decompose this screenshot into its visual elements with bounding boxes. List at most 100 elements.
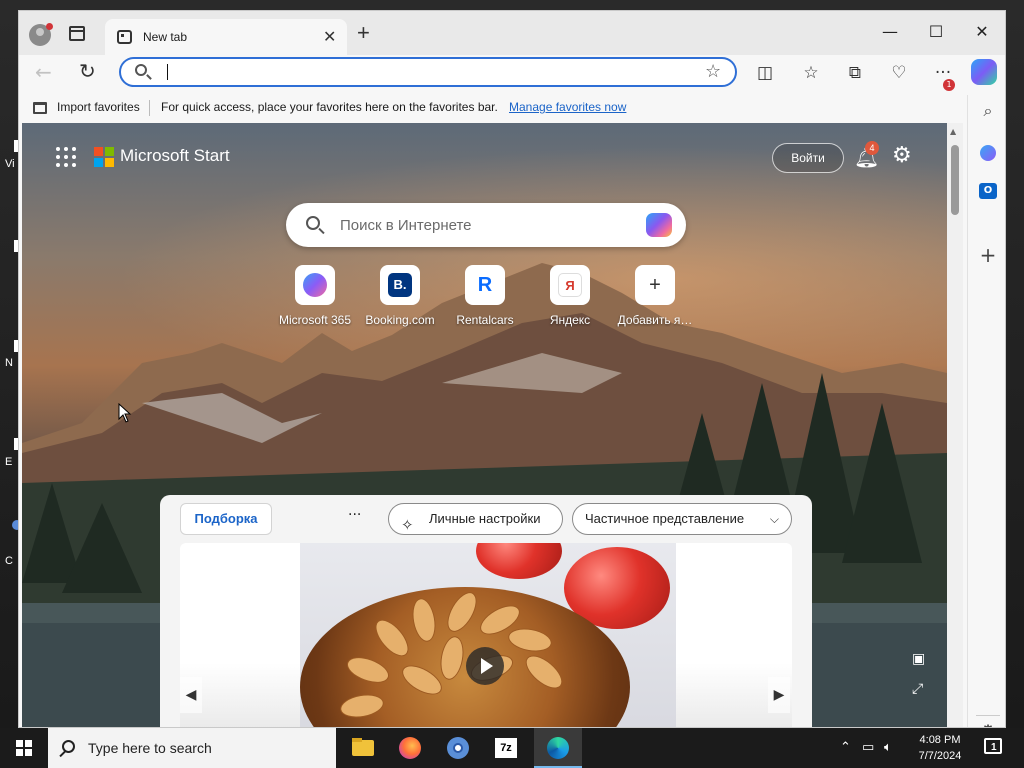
article-thumbnail[interactable] xyxy=(300,543,676,727)
outlook-icon[interactable]: O xyxy=(979,183,997,199)
new-tab-button[interactable]: + xyxy=(357,22,370,44)
scrollbar-thumb[interactable] xyxy=(951,145,959,215)
quick-link-tile[interactable] xyxy=(295,265,335,305)
divider xyxy=(149,100,150,116)
chromium-icon[interactable] xyxy=(434,728,482,768)
heart-pulse-icon[interactable]: ♡ xyxy=(887,61,911,85)
settings-badge: 1 xyxy=(943,79,955,91)
import-folder-icon xyxy=(33,102,47,114)
quick-link-tile[interactable]: B. xyxy=(380,265,420,305)
sign-in-button[interactable]: Войти xyxy=(772,143,844,173)
maximize-button[interactable]: ☐ xyxy=(921,17,951,47)
quick-link-tile[interactable]: Я xyxy=(550,265,590,305)
copilot-icon[interactable] xyxy=(971,59,997,85)
gear-icon[interactable]: ⚙ xyxy=(892,143,912,168)
taskbar-search-box[interactable]: Type here to search xyxy=(48,728,336,768)
desktop-icon-label[interactable]: Vi xyxy=(5,158,15,170)
taskbar: Type here to search 7z ⌃ ▭ 🔈︎ 4:08 PM 7/… xyxy=(0,728,1024,768)
search-icon xyxy=(306,216,320,230)
add-favorite-star-icon[interactable]: ☆ xyxy=(705,61,721,82)
firefox-icon[interactable] xyxy=(386,728,434,768)
apple-graphic xyxy=(476,543,562,579)
tab-new-tab[interactable]: New tab ✕ xyxy=(105,19,347,55)
close-window-button[interactable]: ✕ xyxy=(967,17,997,47)
clock-date: 7/7/2024 xyxy=(918,750,962,762)
manage-favorites-link[interactable]: Manage favorites now xyxy=(509,100,626,114)
edge-icon[interactable] xyxy=(534,728,582,768)
network-icon[interactable]: ▭ xyxy=(862,740,874,755)
search-icon[interactable]: ⌕ xyxy=(976,99,1000,123)
back-button[interactable]: ← xyxy=(35,60,52,84)
collections-icon[interactable]: ⧉ xyxy=(843,61,867,85)
favorites-bar-message: For quick access, place your favorites h… xyxy=(161,100,498,114)
view-mode-dropdown[interactable]: Частичное представление ⌵ xyxy=(572,503,792,535)
quick-link-label: Rentalcars xyxy=(456,313,514,327)
page-scrollbar[interactable]: ▲ xyxy=(947,123,963,727)
search-icon xyxy=(62,740,75,753)
quick-link-label: Microsoft 365 xyxy=(278,313,352,327)
refresh-button[interactable]: ↻ xyxy=(79,59,96,83)
copilot-sidebar-icon[interactable] xyxy=(980,145,996,161)
personalize-label: Личные настройки xyxy=(429,511,541,526)
feed-article-card[interactable]: ◀ ▶ xyxy=(180,543,792,727)
chevron-left-icon[interactable]: ◀ xyxy=(180,677,202,713)
split-screen-icon[interactable]: ◫ xyxy=(753,61,777,85)
file-explorer-icon[interactable] xyxy=(338,728,386,768)
desktop-icon-label[interactable]: C xyxy=(5,555,13,567)
volume-muted-icon[interactable]: 🔈︎ xyxy=(884,740,892,755)
quick-link-label: Booking.com xyxy=(365,313,435,327)
quick-link-add[interactable]: + Добавить я… xyxy=(610,265,700,327)
tab-strip: New tab ✕ + — ☐ ✕ xyxy=(19,11,1005,55)
address-bar[interactable]: ☆ xyxy=(119,57,737,87)
favorites-icon[interactable]: ☆ xyxy=(799,61,823,85)
desktop-icon-label[interactable]: N xyxy=(5,357,13,369)
taskbar-search-placeholder: Type here to search xyxy=(88,740,212,756)
browser-window: New tab ✕ + — ☐ ✕ ← ↻ ☆ ◫ ☆ ⧉ ♡ ··· 1 Im… xyxy=(18,10,1006,728)
address-input[interactable] xyxy=(171,62,691,82)
news-feed: Подборка ··· ✧ Личные настройки Частично… xyxy=(160,495,812,727)
rentalcars-icon: R xyxy=(477,274,493,296)
web-search-box[interactable] xyxy=(286,203,686,247)
quick-link-tile[interactable]: R xyxy=(465,265,505,305)
notification-count: 1 xyxy=(991,742,997,753)
import-favorites-button[interactable]: Import favorites xyxy=(57,100,140,114)
quick-link-microsoft-365[interactable]: Microsoft 365 xyxy=(270,265,360,327)
web-search-input[interactable] xyxy=(340,215,630,235)
app-launcher-icon[interactable] xyxy=(56,147,76,167)
personalize-icon: ✧ xyxy=(401,516,414,534)
microsoft-365-icon xyxy=(303,273,327,297)
desktop-icon-label[interactable]: E xyxy=(5,456,12,468)
quick-link-rentalcars[interactable]: R Rentalcars xyxy=(440,265,530,327)
quick-link-yandex[interactable]: Я Яндекс xyxy=(525,265,615,327)
close-tab-button[interactable]: ✕ xyxy=(323,27,336,47)
search-icon xyxy=(135,64,147,76)
chevron-right-icon[interactable]: ▶ xyxy=(768,677,790,713)
feed-more-options[interactable]: ··· xyxy=(348,507,361,523)
chevron-down-icon: ⌵ xyxy=(769,512,779,526)
tab-actions-icon[interactable] xyxy=(69,26,85,41)
favorites-bar: Import favorites For quick access, place… xyxy=(19,95,959,123)
personalize-button[interactable]: ✧ Личные настройки xyxy=(388,503,563,535)
profile-alert-badge xyxy=(46,23,53,30)
browser-toolbar: ← ↻ ☆ ◫ ☆ ⧉ ♡ ··· 1 xyxy=(19,55,1005,95)
background-image-icon[interactable]: ▣ xyxy=(912,651,925,667)
gear-icon[interactable]: ⚙ xyxy=(976,719,1000,727)
7zip-icon[interactable]: 7z xyxy=(482,728,530,768)
tab-feed-picks[interactable]: Подборка xyxy=(180,503,272,535)
show-hidden-icons-icon[interactable]: ⌃ xyxy=(840,740,851,755)
brand-title[interactable]: Microsoft Start xyxy=(120,146,230,166)
minimize-button[interactable]: — xyxy=(875,17,905,47)
scroll-up-icon[interactable]: ▲ xyxy=(950,127,956,136)
play-icon[interactable] xyxy=(466,647,504,685)
windows-start-icon[interactable] xyxy=(0,728,48,768)
clock-time: 4:08 PM xyxy=(919,734,961,746)
notification-count-badge: 4 xyxy=(865,141,879,155)
quick-link-booking[interactable]: B. Booking.com xyxy=(355,265,445,327)
copilot-icon[interactable] xyxy=(646,213,672,237)
quick-link-tile[interactable]: + xyxy=(635,265,675,305)
clock[interactable]: 4:08 PM 7/7/2024 xyxy=(906,732,974,764)
expand-icon[interactable]: ⤢ xyxy=(912,681,923,697)
quick-link-label: Добавить я… xyxy=(617,313,693,327)
add-sidebar-app-icon[interactable]: + xyxy=(976,243,1000,267)
tab-title: New tab xyxy=(143,30,188,44)
